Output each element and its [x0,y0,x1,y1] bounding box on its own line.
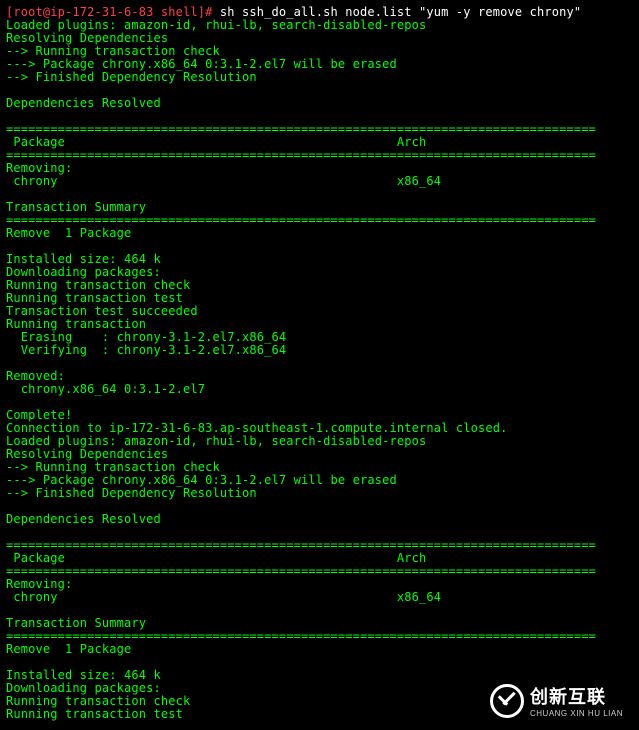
hr-mid-1: ========================================… [6,148,596,162]
remove-pkg-2: Remove 1 Package [6,642,131,656]
pkg-header-1: Package Arch [6,135,426,149]
trans-summary-2: Transaction Summary [6,616,146,630]
hr-bot-1: ========================================… [6,213,596,227]
remove-pkg-1: Remove 1 Package [6,226,131,240]
pkg-row-2: chrony x86_64 [6,590,441,604]
pkg-row-1: chrony x86_64 [6,174,441,188]
terminal-output[interactable]: [root@ip-172-31-6-83 shell]# sh ssh_do_a… [0,0,639,727]
trans-summary-1: Transaction Summary [6,200,146,214]
out-block-3: Installed size: 464 k Downloading packag… [6,668,190,721]
shell-prompt: [root@ip-172-31-6-83 shell]# [6,5,220,19]
hr-mid-2: ========================================… [6,564,596,578]
removing-label-2: Removing: [6,577,72,591]
shell-command: sh ssh_do_all.sh node.list "yum -y remov… [220,5,581,19]
hr-top-1: ========================================… [6,122,596,136]
hr-top-2: ========================================… [6,538,596,552]
out-block-1: Loaded plugins: amazon-id, rhui-lb, sear… [6,18,426,110]
hr-bot-2: ========================================… [6,629,596,643]
out-block-2: Installed size: 464 k Downloading packag… [6,252,507,526]
removing-label-1: Removing: [6,161,72,175]
pkg-header-2: Package Arch [6,551,426,565]
